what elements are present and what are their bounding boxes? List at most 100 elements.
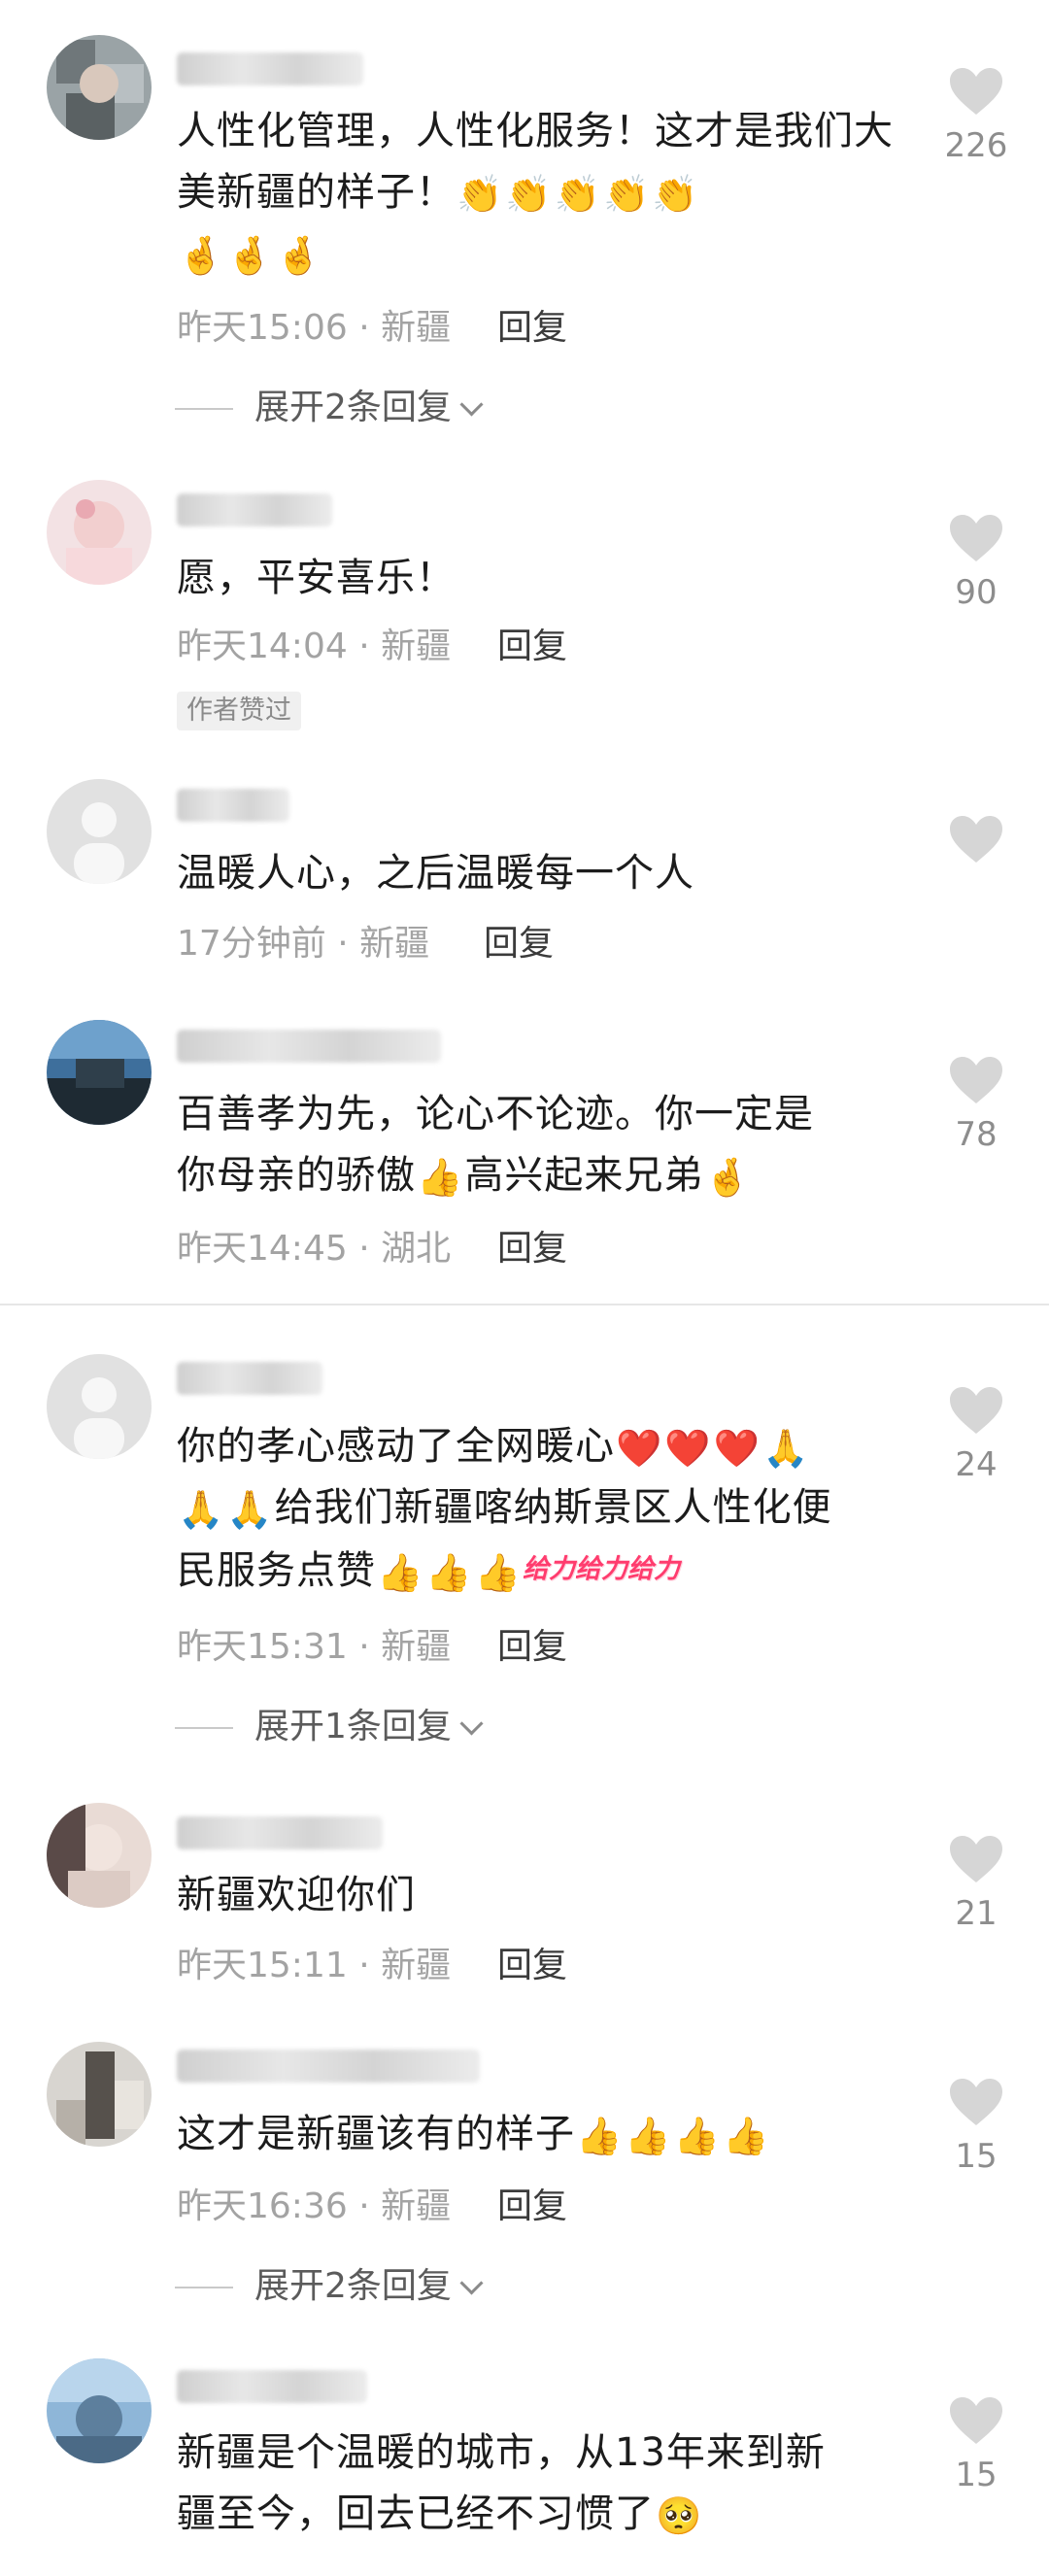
comment-text: 新疆是个温暖的城市，从13年来到新 疆至今，回去已经不习惯了🥺	[177, 2430, 826, 2537]
comment-meta: 昨天15:11 · 新疆 回复	[177, 1945, 915, 1987]
like-count: 21	[955, 1894, 998, 1933]
like-button[interactable]: 24	[932, 1385, 1020, 1484]
like-button[interactable]: 226	[932, 66, 1020, 165]
avatar[interactable]	[47, 2042, 152, 2147]
clap-emoji: 👏	[652, 173, 699, 216]
heart-icon	[950, 2079, 1002, 2125]
like-count: 226	[944, 126, 1008, 165]
comment-text: 这才是新疆该有的样子👍👍👍👍	[177, 2112, 770, 2157]
username-blurred[interactable]	[177, 789, 289, 822]
clap-emoji: 👏	[505, 173, 553, 216]
reply-button[interactable]: 回复	[497, 1945, 567, 1987]
chevron-down-icon	[459, 1712, 484, 1736]
comment-meta: 昨天14:04 · 新疆 回复	[177, 626, 915, 668]
expand-replies-button[interactable]: 展开2条回复	[175, 2265, 484, 2308]
avatar[interactable]	[47, 779, 152, 884]
like-button[interactable]: 90	[932, 513, 1020, 612]
username-blurred[interactable]	[177, 2050, 480, 2083]
red-heart-emoji: ❤️	[664, 1427, 712, 1470]
comment-text: 人性化管理，人性化服务！这才是我们大美新疆的样子！👏👏👏👏👏 🤞🤞🤞	[177, 109, 894, 277]
heart-icon	[950, 1836, 1002, 1882]
expand-replies-button[interactable]: 展开2条回复	[175, 387, 484, 429]
comment-text: 你的孝心感动了全网暖心❤️❤️❤️🙏 🙏🙏给我们新疆喀纳斯景区人性化便 民服务点赞👍…	[177, 1416, 915, 1602]
comment-text: 愿，平安喜乐！	[177, 556, 456, 600]
avatar[interactable]	[47, 2358, 152, 2463]
username-blurred[interactable]	[177, 1816, 383, 1849]
thumbs-up-emoji: 👍	[673, 2115, 721, 2157]
reply-button[interactable]: 回复	[497, 2186, 567, 2228]
thumbs-up-emoji: 👍	[576, 2115, 624, 2157]
comment-text: 新疆欢迎你们	[177, 1873, 416, 1917]
username-blurred[interactable]	[177, 493, 332, 526]
reply-button[interactable]: 回复	[497, 626, 567, 668]
red-heart-emoji: ❤️	[713, 1427, 761, 1470]
heart-icon	[950, 68, 1002, 115]
heart-icon	[950, 2397, 1002, 2444]
avatar[interactable]	[47, 1020, 152, 1125]
avatar[interactable]	[47, 480, 152, 585]
heart-icon	[950, 1387, 1002, 1434]
username-blurred[interactable]	[177, 1362, 322, 1395]
thumbs-up-emoji: 👍	[625, 2115, 672, 2157]
pleading-face-emoji: 🥺	[656, 2494, 703, 2537]
comment-meta: 昨天15:31 · 新疆 回复	[177, 1626, 915, 1669]
comment-time-location: 昨天15:31 · 新疆	[177, 1627, 452, 1667]
comment-time-location: 昨天14:45 · 湖北	[177, 1229, 452, 1269]
geili-sticker: 给力给力给力	[522, 1554, 680, 1584]
comment-meta: 昨天14:45 · 湖北 回复	[177, 1228, 915, 1271]
thumbs-up-emoji: 👍	[417, 1156, 464, 1199]
finger-heart-emoji: 🤞	[704, 1156, 752, 1199]
pray-emoji: 🙏	[226, 1488, 274, 1531]
comment-text: 百善孝为先，论心不论迹。你一定是 你母亲的骄傲👍高兴起来兄弟🤞	[177, 1092, 814, 1199]
section-divider	[0, 1304, 1049, 1305]
like-button[interactable]: 15	[932, 2077, 1020, 2176]
heart-icon	[950, 1057, 1002, 1103]
heart-icon	[950, 515, 1002, 561]
finger-heart-emoji: 🤞	[178, 234, 225, 277]
reply-button[interactable]: 回复	[497, 1626, 567, 1669]
like-button[interactable]: 15	[932, 2395, 1020, 2494]
like-count: 24	[955, 1445, 998, 1484]
expand-replies-button[interactable]: 展开1条回复	[175, 1706, 484, 1748]
like-button[interactable]: 78	[932, 1055, 1020, 1154]
thumbs-up-emoji: 👍	[722, 2115, 770, 2157]
finger-heart-emoji: 🤞	[226, 234, 274, 277]
finger-heart-emoji: 🤞	[275, 234, 322, 277]
pray-emoji: 🙏	[178, 1488, 225, 1531]
like-count: 78	[955, 1115, 998, 1154]
avatar[interactable]	[47, 1803, 152, 1908]
like-count: 90	[955, 573, 998, 612]
avatar[interactable]	[47, 1354, 152, 1459]
username-blurred[interactable]	[177, 2370, 367, 2403]
heart-icon	[950, 816, 1002, 863]
comment-meta: 昨天16:36 · 新疆 回复	[177, 2186, 915, 2228]
comment-time-location: 昨天15:06 · 新疆	[177, 308, 452, 348]
thumbs-up-emoji: 👍	[377, 1551, 424, 1594]
username-blurred[interactable]	[177, 52, 363, 85]
username-blurred[interactable]	[177, 1030, 441, 1063]
like-button[interactable]	[932, 814, 1020, 874]
reply-button[interactable]: 回复	[484, 923, 554, 966]
pray-emoji: 🙏	[761, 1427, 810, 1470]
divider-dash	[175, 2287, 233, 2288]
like-count: 15	[955, 2137, 998, 2176]
author-liked-badge: 作者赞过	[177, 692, 301, 730]
red-heart-emoji: ❤️	[616, 1427, 663, 1470]
clap-emoji: 👏	[457, 173, 504, 216]
clap-emoji: 👏	[602, 173, 651, 216]
divider-dash	[175, 408, 233, 410]
chevron-down-icon	[459, 2271, 484, 2295]
like-count: 15	[955, 2456, 998, 2494]
comment-time-location: 昨天15:11 · 新疆	[177, 1946, 452, 1985]
comment-time-location: 17分钟前 · 新疆	[177, 924, 430, 964]
comment-time-location: 昨天14:04 · 新疆	[177, 627, 452, 666]
avatar[interactable]	[47, 35, 152, 140]
comment-text: 温暖人心，之后温暖每一个人	[177, 851, 694, 896]
like-button[interactable]: 21	[932, 1834, 1020, 1933]
reply-button[interactable]: 回复	[497, 307, 567, 350]
divider-dash	[175, 1727, 233, 1729]
clap-emoji: 👏	[554, 173, 601, 216]
reply-button[interactable]: 回复	[497, 1228, 567, 1271]
comment-time-location: 昨天16:36 · 新疆	[177, 2186, 452, 2226]
thumbs-up-emoji: 👍	[425, 1551, 473, 1594]
